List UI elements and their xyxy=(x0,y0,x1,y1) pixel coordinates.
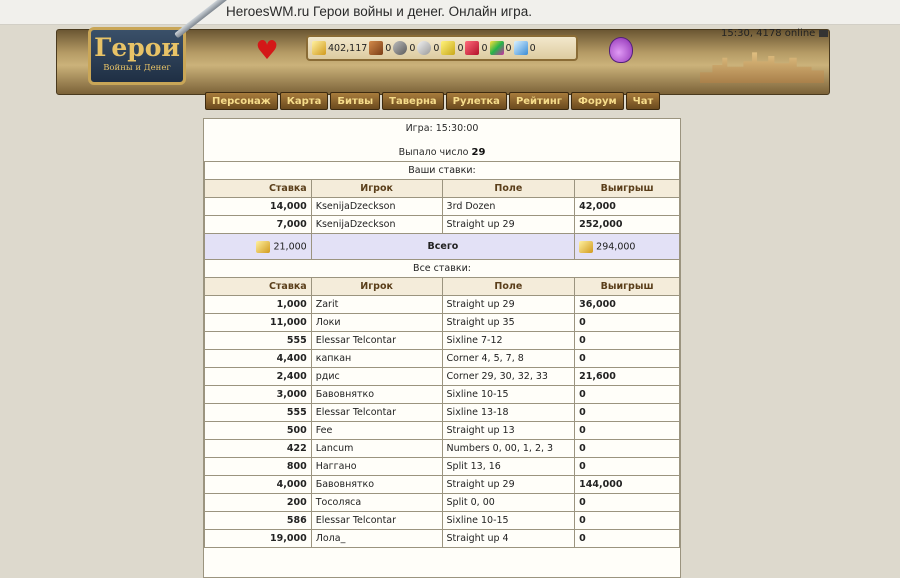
col-field: Поле xyxy=(441,277,576,296)
col-bet: Ставка xyxy=(204,179,312,198)
player-link[interactable]: капкан xyxy=(310,349,443,368)
table-row: 14,000 KsenijaDzeckson 3rd Dozen 42,000 xyxy=(204,197,680,216)
player-link[interactable]: Лола_ xyxy=(310,529,443,548)
table-row: 800 Наггано Split 13, 16 0 xyxy=(204,457,680,476)
player-link[interactable]: Fee xyxy=(310,421,443,440)
mercury-icon xyxy=(417,41,432,55)
table-row: 7,000 KsenijaDzeckson Straight up 29 252… xyxy=(204,215,680,234)
col-bet: Ставка xyxy=(204,277,312,296)
heart-icon[interactable]: ♥ xyxy=(252,36,282,66)
table-row: 1,000 Zarit Straight up 29 36,000 xyxy=(204,295,680,314)
browser-title-bar: HeroesWM.ru Герои войны и денег. Онлайн … xyxy=(0,0,900,25)
mail-icon[interactable] xyxy=(819,29,829,37)
col-win: Выигрыш xyxy=(574,277,680,296)
nav-item-forum[interactable]: Форум xyxy=(571,92,624,110)
resource-sulfur: 0 xyxy=(441,41,463,55)
all-bets-rows: 1,000 Zarit Straight up 29 36,000 11,000 Локи… xyxy=(204,295,680,548)
resource-gems: 0 xyxy=(489,41,512,55)
table-row: 11,000 Локи Straight up 35 0 xyxy=(204,313,680,332)
nav-item-character[interactable]: Персонаж xyxy=(205,92,278,110)
player-link[interactable]: Elessar Telcontar xyxy=(310,511,443,530)
table-row: 3,000 Бавовнятко Sixline 10-15 0 xyxy=(204,385,680,404)
your-bets-title: Ваши ставки: xyxy=(204,161,680,180)
resource-mercury: 0 xyxy=(417,41,439,55)
potion-icon[interactable] xyxy=(609,37,633,63)
gold-icon xyxy=(579,240,594,253)
resource-gold: 402,117 xyxy=(312,41,367,55)
table-row: 2,400 рдис Corner 29, 30, 32, 33 21,600 xyxy=(204,367,680,386)
nav-item-map[interactable]: Карта xyxy=(279,92,329,110)
total-bet: 21,000 xyxy=(273,241,307,252)
player-link[interactable]: Zarit xyxy=(310,295,443,314)
logo-title: Герои xyxy=(94,33,180,62)
online-status: 15:30, 4178 online xyxy=(721,28,829,39)
all-bets-title: Все ставки: xyxy=(204,259,680,278)
game-logo[interactable]: Герои Войны и Денег xyxy=(88,27,186,85)
game-time: Игра: 15:30:00 xyxy=(405,123,479,134)
nav-item-roulette[interactable]: Рулетка xyxy=(445,92,507,110)
total-win: 294,000 xyxy=(596,241,636,252)
online-text: 15:30, 4178 online xyxy=(721,28,816,39)
player-link[interactable]: Локи xyxy=(310,313,443,332)
drop-number: 29 xyxy=(471,147,486,158)
gold-icon xyxy=(256,240,271,253)
table-row: 555 Elessar Telcontar Sixline 7-12 0 xyxy=(204,331,680,350)
player-link[interactable]: Elessar Telcontar xyxy=(310,403,443,422)
table-row: 19,000 Лола_ Straight up 40 xyxy=(204,529,680,548)
col-player: Игрок xyxy=(310,179,443,198)
gems-icon xyxy=(489,41,504,55)
resource-ore: 0 xyxy=(393,41,415,55)
roulette-results-panel: Игра: 15:30:00 Выпало число 29 Ваши став… xyxy=(203,118,681,578)
col-player: Игрок xyxy=(310,277,443,296)
ore-icon xyxy=(393,41,408,55)
table-row: 422 Lancum Numbers 0, 00, 1, 2, 30 xyxy=(204,439,680,458)
table-row: 200 Тосоляса Split 0, 00 0 xyxy=(204,493,680,512)
resource-bar: 402,117 0 0 0 0 0 0 0 xyxy=(306,35,578,61)
col-win: Выигрыш xyxy=(574,179,680,198)
nav-item-tavern[interactable]: Таверна xyxy=(382,92,444,110)
dropped-number: Выпало число 29 xyxy=(204,147,680,158)
table-row: 4,000 Бавовнятко Straight up 29 144,000 xyxy=(204,475,680,494)
player-link[interactable]: Бавовнятко xyxy=(310,385,443,404)
table-row: 586 Elessar Telcontar Sixline 10-15 0 xyxy=(204,511,680,530)
gold-icon xyxy=(312,41,326,55)
drop-label: Выпало число xyxy=(398,147,469,158)
table-row: 555 Elessar Telcontar Sixline 13-18 0 xyxy=(204,403,680,422)
resource-wood: 0 xyxy=(369,41,391,55)
browser-title: HeroesWM.ru Герои войны и денег. Онлайн … xyxy=(226,4,532,19)
nav-item-rating[interactable]: Рейтинг xyxy=(508,92,569,110)
player-link[interactable]: KsenijaDzeckson xyxy=(310,197,443,216)
player-link[interactable]: Lancum xyxy=(310,439,443,458)
player-link[interactable]: Бавовнятко xyxy=(310,475,443,494)
game-header: Герои Войны и Денег ♥ 402,117 0 0 0 0 0 … xyxy=(0,0,900,115)
table-row: 500 Fee Straight up 13 0 xyxy=(204,421,680,440)
player-link[interactable]: KsenijaDzeckson xyxy=(310,215,443,234)
resource-diamonds: 0 xyxy=(513,41,536,55)
nav-item-chat[interactable]: Чат xyxy=(625,92,661,110)
player-link[interactable]: Тосоляса xyxy=(310,493,443,512)
nav-item-battles[interactable]: Битвы xyxy=(330,92,381,110)
diamond-icon xyxy=(513,41,528,55)
crystal-icon xyxy=(465,41,480,55)
logo-subtitle: Войны и Денег xyxy=(103,63,171,73)
your-bets-table: Ваши ставки: Ставка Игрок Поле Выигрыш 1… xyxy=(204,161,680,548)
total-row: 21,000 Всего 294,000 xyxy=(204,233,680,260)
resource-crystals: 0 xyxy=(465,41,488,55)
table-row: 4,400 капкан Corner 4, 5, 7, 80 xyxy=(204,349,680,368)
total-label: Всего xyxy=(310,233,576,260)
player-link[interactable]: Elessar Telcontar xyxy=(310,331,443,350)
player-link[interactable]: рдис xyxy=(310,367,443,386)
col-field: Поле xyxy=(441,179,576,198)
sulfur-icon xyxy=(441,41,456,55)
wood-icon xyxy=(369,41,384,55)
player-link[interactable]: Наггано xyxy=(310,457,443,476)
main-nav: Персонаж Карта Битвы Таверна Рулетка Рей… xyxy=(205,92,661,110)
